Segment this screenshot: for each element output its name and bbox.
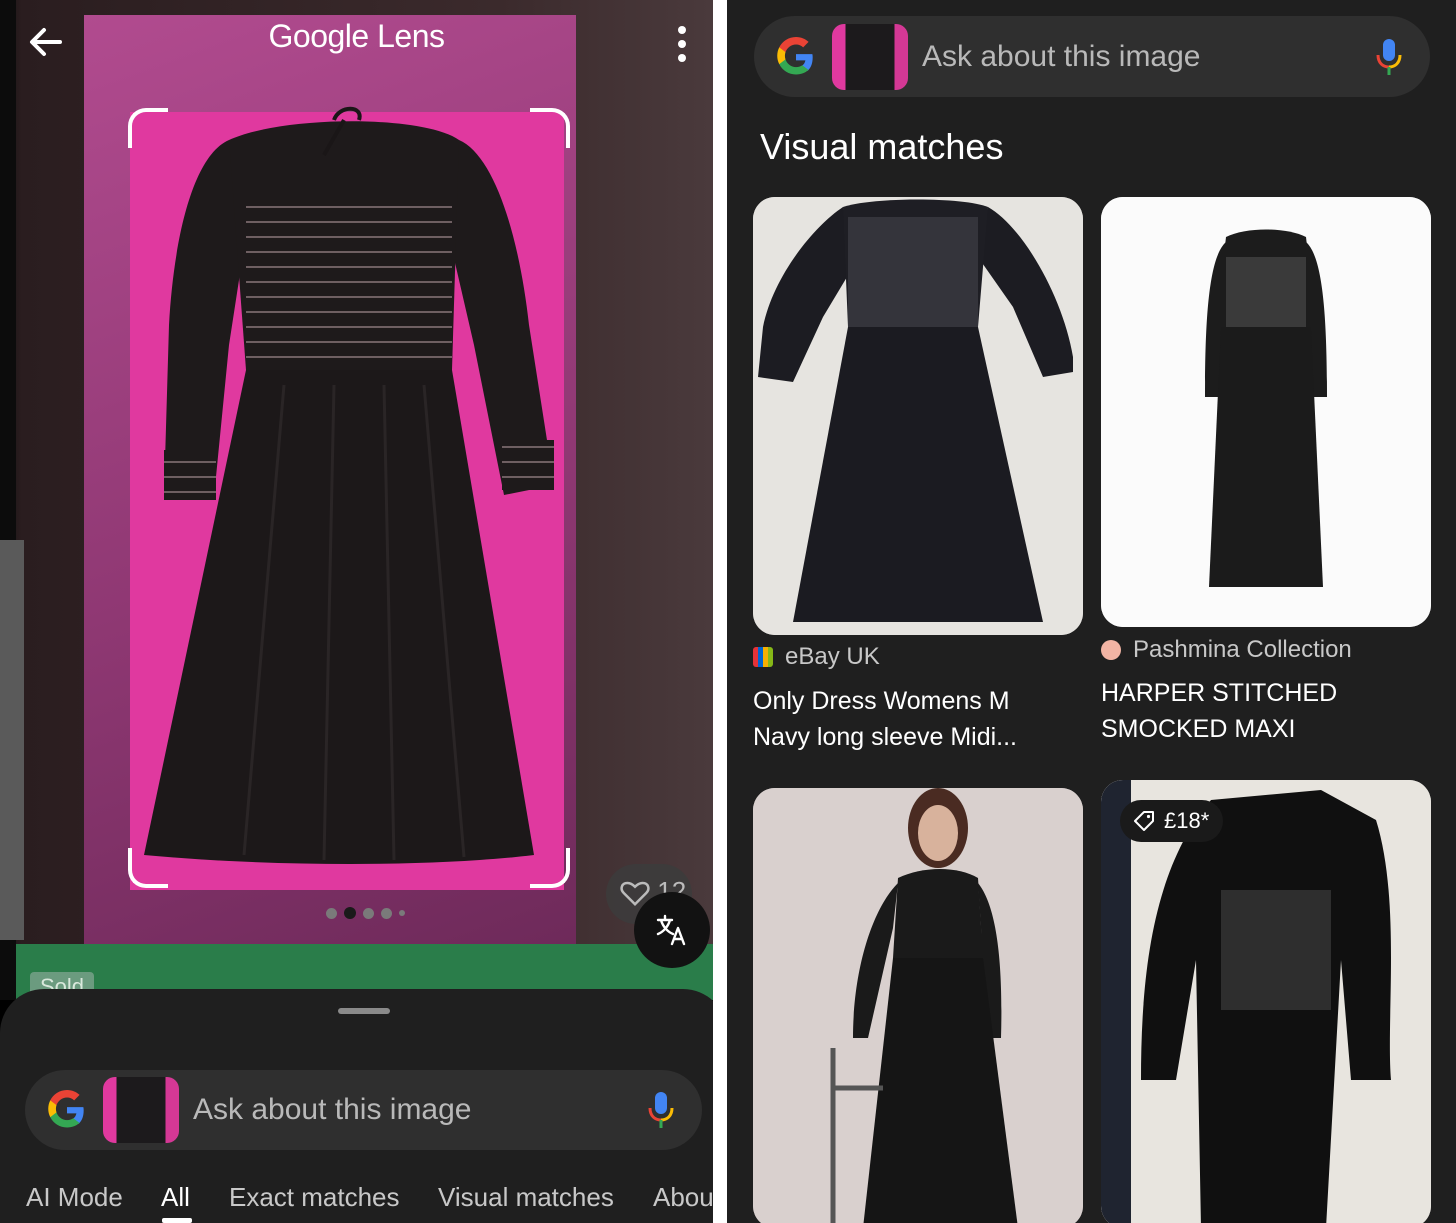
- google-g-icon: [48, 1090, 84, 1128]
- carousel-dots: [326, 907, 405, 919]
- captured-photo[interactable]: Sold 12: [0, 0, 713, 1000]
- result-title-line: SMOCKED MAXI: [1101, 715, 1296, 743]
- arrow-left-icon[interactable]: [22, 18, 70, 66]
- query-image-thumbnail[interactable]: [103, 1077, 179, 1143]
- tab-all[interactable]: All: [161, 1182, 190, 1213]
- pashmina-icon: [1101, 640, 1121, 660]
- result-source[interactable]: eBay UK: [753, 643, 880, 671]
- result-title[interactable]: HARPER STITCHED SMOCKED MAXI: [1101, 675, 1431, 747]
- crop-corner-bottom-right[interactable]: [530, 848, 570, 888]
- mic-icon[interactable]: [1374, 37, 1404, 77]
- active-tab-indicator: [162, 1218, 192, 1223]
- result-source[interactable]: Pashmina Collection: [1101, 636, 1352, 664]
- search-bar-top[interactable]: Ask about this image: [754, 16, 1430, 97]
- translate-button[interactable]: [634, 892, 710, 968]
- search-bar[interactable]: Ask about this image: [25, 1070, 702, 1150]
- tab-ai-mode[interactable]: AI Mode: [26, 1182, 123, 1213]
- search-input[interactable]: Ask about this image: [922, 40, 1374, 74]
- carousel-dot-active: [344, 907, 356, 919]
- google-g-icon: [777, 36, 813, 74]
- mic-icon[interactable]: [646, 1090, 676, 1130]
- more-vert-icon[interactable]: [664, 22, 700, 74]
- search-input[interactable]: Ask about this image: [193, 1093, 646, 1127]
- carousel-dot: [326, 907, 337, 919]
- ebay-icon: [753, 647, 773, 667]
- tab-exact-matches[interactable]: Exact matches: [229, 1182, 400, 1213]
- result-image[interactable]: [1101, 780, 1431, 1223]
- carousel-dot: [363, 907, 374, 919]
- crop-corner-bottom-left[interactable]: [128, 848, 168, 888]
- result-title[interactable]: Only Dress Womens M Navy long sleeve Mid…: [753, 683, 1083, 755]
- hanger-photo: [1101, 780, 1431, 1223]
- crop-corner-top-right[interactable]: [530, 108, 570, 148]
- lens-camera-panel: Sold 12 Google Lens Ask about this image…: [0, 0, 713, 1223]
- drag-handle[interactable]: [338, 1008, 390, 1014]
- result-title-line: Only Dress Womens M: [753, 687, 1010, 715]
- divider: [713, 0, 727, 1223]
- query-image-thumbnail[interactable]: [832, 23, 908, 90]
- translate-icon: [656, 914, 686, 946]
- result-title-line: Navy long sleeve Midi...: [753, 723, 1018, 751]
- price-label: £18*: [1164, 808, 1210, 833]
- result-source-label: eBay UK: [785, 643, 880, 670]
- result-title-line: HARPER STITCHED: [1101, 679, 1338, 707]
- app-title: Google Lens: [268, 18, 445, 54]
- carousel-dot: [381, 907, 392, 919]
- price-badge: £18*: [1120, 800, 1224, 842]
- carousel-dot: [399, 910, 405, 916]
- result-source-label: Pashmina Collection: [1133, 636, 1352, 663]
- result-image[interactable]: [753, 788, 1083, 1223]
- dress-image: [144, 106, 554, 864]
- tag-icon: [1134, 811, 1154, 831]
- model-photo: [753, 788, 1083, 1223]
- crop-corner-top-left[interactable]: [128, 108, 168, 148]
- result-image[interactable]: [753, 197, 1083, 635]
- dress-photo: [753, 197, 1083, 635]
- tab-about[interactable]: About: [653, 1182, 713, 1213]
- result-image[interactable]: [1101, 197, 1431, 627]
- section-heading: Visual matches: [760, 126, 1004, 167]
- tab-visual-matches[interactable]: Visual matches: [438, 1182, 614, 1213]
- dress-photo: [1101, 197, 1431, 627]
